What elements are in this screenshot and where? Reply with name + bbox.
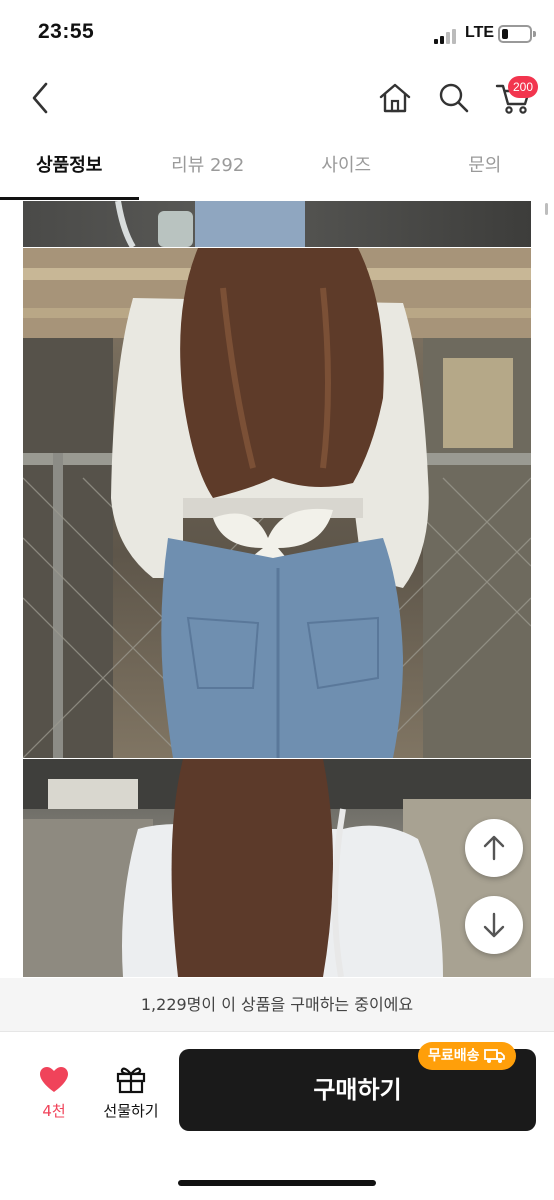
tab-size[interactable]: 사이즈 [277,136,416,200]
scroll-down-button[interactable] [465,896,523,954]
product-tabs: 상품정보 리뷰 292 사이즈 문의 [0,136,554,200]
home-icon[interactable] [376,80,414,116]
free-shipping-label: 무료배송 [428,1048,480,1064]
product-photo-3 [23,759,531,977]
tab-reviews[interactable]: 리뷰 292 [139,136,278,200]
scroll-up-button[interactable] [465,819,523,877]
battery-icon [498,25,532,43]
cart-count-badge: 200 [508,76,538,98]
arrow-down-icon [483,912,505,938]
scroll-indicator[interactable] [545,203,548,215]
gift-icon [116,1067,146,1094]
like-count: 4천 [42,1102,66,1120]
gift-button[interactable]: 선물하기 [96,1062,166,1124]
gift-label: 선물하기 [103,1102,159,1120]
status-time: 23:55 [38,20,95,43]
buying-now-notice: 1,229명이 이 상품을 구매하는 중이에요 [0,978,554,1032]
network-label: LTE [465,24,495,41]
truck-icon [483,1049,505,1063]
battery-cap [533,31,536,37]
tab-inquiry[interactable]: 문의 [416,136,554,200]
free-shipping-badge: 무료배송 [418,1042,516,1070]
product-photo-1 [23,201,531,247]
search-icon[interactable] [436,80,472,116]
signal-icon [434,28,460,44]
product-photo-2 [23,248,531,758]
home-indicator[interactable] [178,1180,376,1186]
top-nav [0,66,554,130]
tab-product-info[interactable]: 상품정보 [0,136,139,200]
arrow-up-icon [483,835,505,861]
back-icon[interactable] [24,80,58,116]
status-bar: 23:55 LTE [0,0,554,66]
like-button[interactable]: 4천 [26,1062,82,1124]
heart-icon [40,1067,68,1092]
bottom-action-bar: 4천 선물하기 구매하기 무료배송 [0,1032,554,1200]
